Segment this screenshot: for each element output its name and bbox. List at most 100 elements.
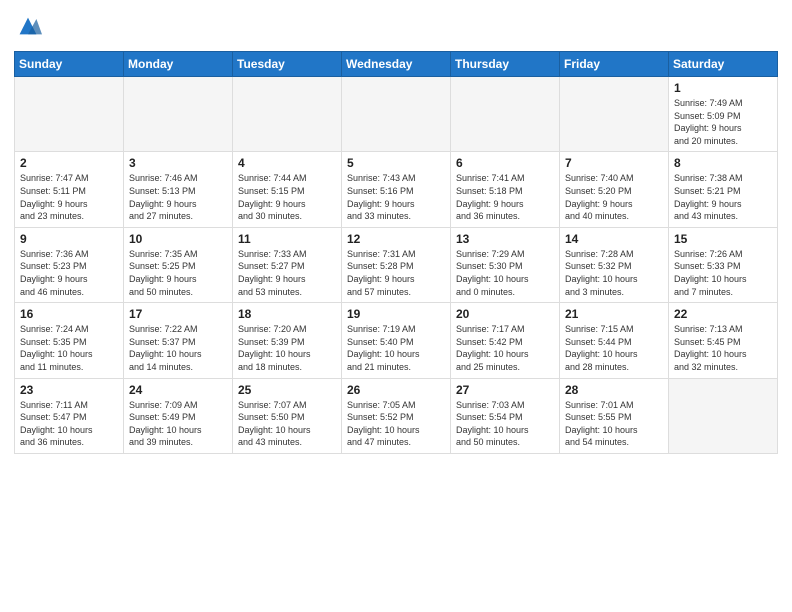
day-number: 17	[129, 307, 227, 321]
day-number: 20	[456, 307, 554, 321]
day-info: Sunrise: 7:09 AM Sunset: 5:49 PM Dayligh…	[129, 399, 227, 449]
day-info: Sunrise: 7:24 AM Sunset: 5:35 PM Dayligh…	[20, 323, 118, 373]
calendar-cell	[233, 77, 342, 152]
logo-icon	[14, 12, 42, 40]
col-tuesday: Tuesday	[233, 52, 342, 77]
calendar-cell: 22 Sunrise: 7:13 AM Sunset: 5:45 PM Dayli…	[669, 303, 778, 378]
day-number: 8	[674, 156, 772, 170]
day-number: 23	[20, 383, 118, 397]
day-info: Sunrise: 7:07 AM Sunset: 5:50 PM Dayligh…	[238, 399, 336, 449]
calendar: Sunday Monday Tuesday Wednesday Thursday…	[14, 51, 778, 454]
page: Sunday Monday Tuesday Wednesday Thursday…	[0, 0, 792, 464]
col-saturday: Saturday	[669, 52, 778, 77]
day-number: 24	[129, 383, 227, 397]
calendar-cell: 26 Sunrise: 7:05 AM Sunset: 5:52 PM Dayli…	[342, 378, 451, 453]
day-info: Sunrise: 7:20 AM Sunset: 5:39 PM Dayligh…	[238, 323, 336, 373]
calendar-cell: 20 Sunrise: 7:17 AM Sunset: 5:42 PM Dayli…	[451, 303, 560, 378]
day-info: Sunrise: 7:29 AM Sunset: 5:30 PM Dayligh…	[456, 248, 554, 298]
day-number: 26	[347, 383, 445, 397]
calendar-cell	[15, 77, 124, 152]
header	[14, 10, 778, 45]
col-friday: Friday	[560, 52, 669, 77]
day-info: Sunrise: 7:01 AM Sunset: 5:55 PM Dayligh…	[565, 399, 663, 449]
day-number: 22	[674, 307, 772, 321]
calendar-cell: 5 Sunrise: 7:43 AM Sunset: 5:16 PM Daylig…	[342, 152, 451, 227]
calendar-cell: 24 Sunrise: 7:09 AM Sunset: 5:49 PM Dayli…	[124, 378, 233, 453]
day-info: Sunrise: 7:17 AM Sunset: 5:42 PM Dayligh…	[456, 323, 554, 373]
day-number: 6	[456, 156, 554, 170]
day-number: 25	[238, 383, 336, 397]
calendar-cell	[451, 77, 560, 152]
calendar-cell: 25 Sunrise: 7:07 AM Sunset: 5:50 PM Dayli…	[233, 378, 342, 453]
day-info: Sunrise: 7:46 AM Sunset: 5:13 PM Dayligh…	[129, 172, 227, 222]
calendar-cell: 13 Sunrise: 7:29 AM Sunset: 5:30 PM Dayli…	[451, 227, 560, 302]
day-number: 3	[129, 156, 227, 170]
calendar-cell: 1Sunrise: 7:49 AM Sunset: 5:09 PM Daylig…	[669, 77, 778, 152]
calendar-cell: 7Sunrise: 7:40 AM Sunset: 5:20 PM Daylig…	[560, 152, 669, 227]
calendar-cell	[669, 378, 778, 453]
col-sunday: Sunday	[15, 52, 124, 77]
calendar-cell: 16Sunrise: 7:24 AM Sunset: 5:35 PM Dayli…	[15, 303, 124, 378]
calendar-week-5: 23Sunrise: 7:11 AM Sunset: 5:47 PM Dayli…	[15, 378, 778, 453]
calendar-cell: 27Sunrise: 7:03 AM Sunset: 5:54 PM Dayli…	[451, 378, 560, 453]
logo	[14, 10, 44, 45]
day-number: 5	[347, 156, 445, 170]
calendar-week-1: 1Sunrise: 7:49 AM Sunset: 5:09 PM Daylig…	[15, 77, 778, 152]
calendar-cell: 17 Sunrise: 7:22 AM Sunset: 5:37 PM Dayli…	[124, 303, 233, 378]
day-info: Sunrise: 7:43 AM Sunset: 5:16 PM Dayligh…	[347, 172, 445, 222]
calendar-cell	[342, 77, 451, 152]
calendar-week-3: 9 Sunrise: 7:36 AM Sunset: 5:23 PM Daylig…	[15, 227, 778, 302]
day-info: Sunrise: 7:13 AM Sunset: 5:45 PM Dayligh…	[674, 323, 772, 373]
day-info: Sunrise: 7:40 AM Sunset: 5:20 PM Dayligh…	[565, 172, 663, 222]
day-info: Sunrise: 7:15 AM Sunset: 5:44 PM Dayligh…	[565, 323, 663, 373]
calendar-cell: 21 Sunrise: 7:15 AM Sunset: 5:44 PM Dayli…	[560, 303, 669, 378]
col-wednesday: Wednesday	[342, 52, 451, 77]
calendar-cell	[560, 77, 669, 152]
day-number: 12	[347, 232, 445, 246]
day-info: Sunrise: 7:19 AM Sunset: 5:40 PM Dayligh…	[347, 323, 445, 373]
day-info: Sunrise: 7:47 AM Sunset: 5:11 PM Dayligh…	[20, 172, 118, 222]
calendar-cell: 10Sunrise: 7:35 AM Sunset: 5:25 PM Dayli…	[124, 227, 233, 302]
day-info: Sunrise: 7:05 AM Sunset: 5:52 PM Dayligh…	[347, 399, 445, 449]
day-number: 21	[565, 307, 663, 321]
col-monday: Monday	[124, 52, 233, 77]
day-number: 2	[20, 156, 118, 170]
calendar-cell: 9 Sunrise: 7:36 AM Sunset: 5:23 PM Daylig…	[15, 227, 124, 302]
day-info: Sunrise: 7:22 AM Sunset: 5:37 PM Dayligh…	[129, 323, 227, 373]
calendar-week-2: 2 Sunrise: 7:47 AM Sunset: 5:11 PM Daylig…	[15, 152, 778, 227]
day-number: 19	[347, 307, 445, 321]
calendar-cell: 23Sunrise: 7:11 AM Sunset: 5:47 PM Dayli…	[15, 378, 124, 453]
day-number: 13	[456, 232, 554, 246]
day-number: 15	[674, 232, 772, 246]
calendar-cell: 11 Sunrise: 7:33 AM Sunset: 5:27 PM Dayli…	[233, 227, 342, 302]
calendar-cell: 8 Sunrise: 7:38 AM Sunset: 5:21 PM Daylig…	[669, 152, 778, 227]
day-number: 10	[129, 232, 227, 246]
day-info: Sunrise: 7:41 AM Sunset: 5:18 PM Dayligh…	[456, 172, 554, 222]
calendar-cell: 12 Sunrise: 7:31 AM Sunset: 5:28 PM Dayli…	[342, 227, 451, 302]
day-number: 9	[20, 232, 118, 246]
calendar-cell: 4 Sunrise: 7:44 AM Sunset: 5:15 PM Daylig…	[233, 152, 342, 227]
day-number: 11	[238, 232, 336, 246]
day-number: 14	[565, 232, 663, 246]
day-info: Sunrise: 7:36 AM Sunset: 5:23 PM Dayligh…	[20, 248, 118, 298]
day-info: Sunrise: 7:38 AM Sunset: 5:21 PM Dayligh…	[674, 172, 772, 222]
day-info: Sunrise: 7:26 AM Sunset: 5:33 PM Dayligh…	[674, 248, 772, 298]
calendar-cell: 28Sunrise: 7:01 AM Sunset: 5:55 PM Dayli…	[560, 378, 669, 453]
calendar-week-4: 16Sunrise: 7:24 AM Sunset: 5:35 PM Dayli…	[15, 303, 778, 378]
calendar-cell: 15 Sunrise: 7:26 AM Sunset: 5:33 PM Dayli…	[669, 227, 778, 302]
day-info: Sunrise: 7:31 AM Sunset: 5:28 PM Dayligh…	[347, 248, 445, 298]
calendar-cell: 6 Sunrise: 7:41 AM Sunset: 5:18 PM Daylig…	[451, 152, 560, 227]
day-number: 27	[456, 383, 554, 397]
day-number: 18	[238, 307, 336, 321]
day-info: Sunrise: 7:49 AM Sunset: 5:09 PM Dayligh…	[674, 97, 772, 147]
day-number: 4	[238, 156, 336, 170]
day-info: Sunrise: 7:28 AM Sunset: 5:32 PM Dayligh…	[565, 248, 663, 298]
calendar-header-row: Sunday Monday Tuesday Wednesday Thursday…	[15, 52, 778, 77]
calendar-cell: 2 Sunrise: 7:47 AM Sunset: 5:11 PM Daylig…	[15, 152, 124, 227]
col-thursday: Thursday	[451, 52, 560, 77]
calendar-cell: 18 Sunrise: 7:20 AM Sunset: 5:39 PM Dayli…	[233, 303, 342, 378]
calendar-cell: 3 Sunrise: 7:46 AM Sunset: 5:13 PM Daylig…	[124, 152, 233, 227]
day-info: Sunrise: 7:33 AM Sunset: 5:27 PM Dayligh…	[238, 248, 336, 298]
day-info: Sunrise: 7:44 AM Sunset: 5:15 PM Dayligh…	[238, 172, 336, 222]
calendar-cell: 14 Sunrise: 7:28 AM Sunset: 5:32 PM Dayli…	[560, 227, 669, 302]
